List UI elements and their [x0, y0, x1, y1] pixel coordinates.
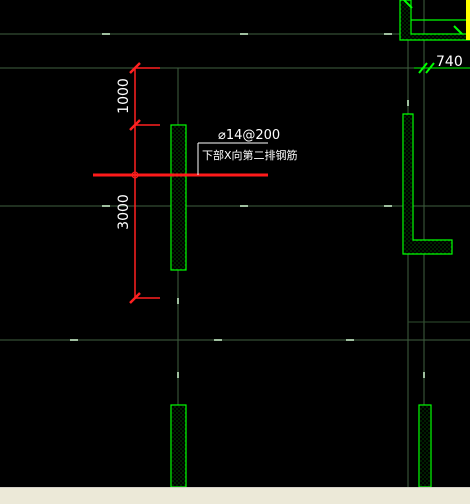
wall-elements	[170, 0, 470, 488]
dim-top-label: 1000	[116, 78, 132, 114]
wall-right-l-shape[interactable]	[402, 113, 453, 255]
grid-lines	[0, 0, 470, 487]
wall-left-lower[interactable]	[170, 404, 187, 488]
rebar-description-label[interactable]: 下部X向第二排钢筋	[202, 148, 298, 162]
wall-left-upper[interactable]	[170, 124, 187, 271]
dim-bottom-label: 3000	[116, 194, 132, 230]
cad-drawing-canvas[interactable]: 740 1000 3000 ⌀14@200 下部X向第二排钢筋	[0, 0, 470, 503]
dim-right-label: 740	[436, 54, 463, 70]
highlight-marker	[466, 0, 470, 40]
rebar-spec-label[interactable]: ⌀14@200	[218, 128, 280, 143]
status-bar	[0, 487, 470, 504]
dimension-vertical	[129, 62, 160, 304]
wall-right-lower[interactable]	[418, 404, 432, 488]
